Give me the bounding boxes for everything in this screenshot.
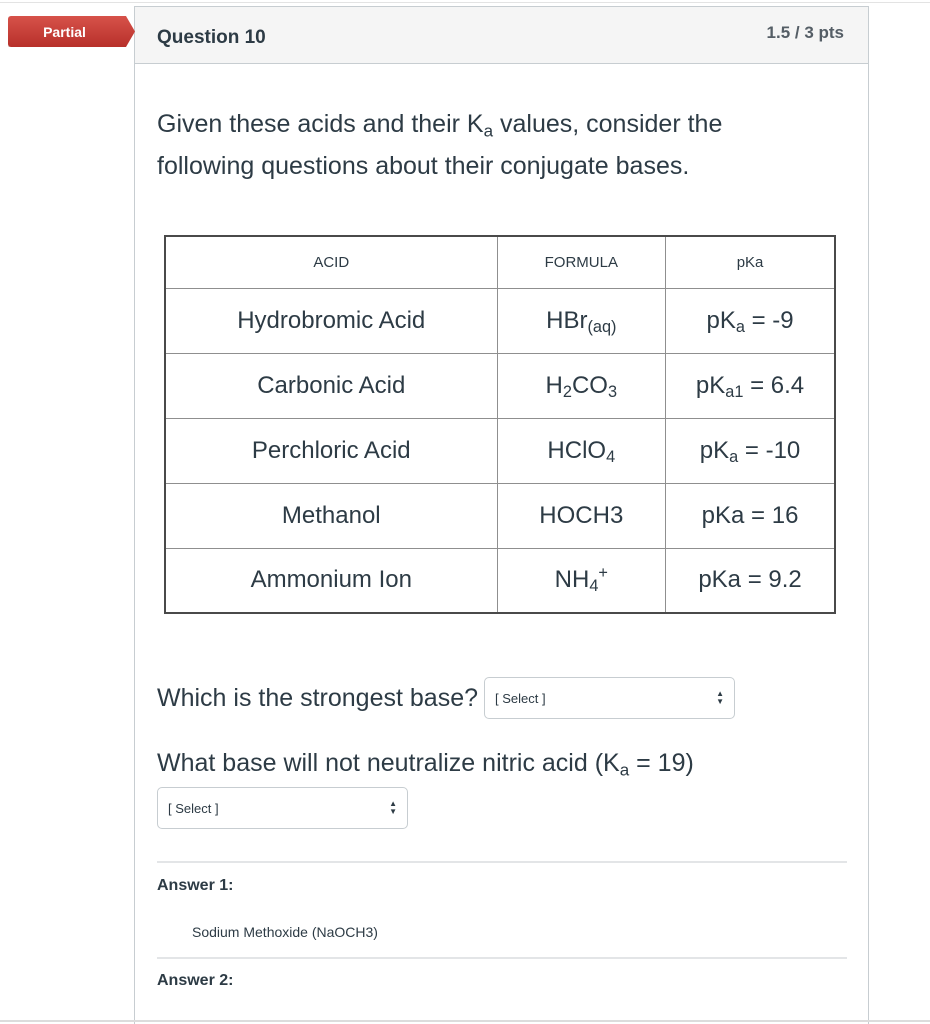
table-header-row: ACID FORMULA pKa bbox=[164, 235, 836, 289]
acid-name: Methanol bbox=[164, 482, 498, 549]
question-title: Question 10 bbox=[157, 27, 266, 48]
updown-arrows-icon: ▲ ▼ bbox=[389, 799, 397, 816]
header-formula: FORMULA bbox=[496, 235, 667, 289]
acid-formula: NH4+ bbox=[496, 547, 667, 614]
acid-pka: pKa = 16 bbox=[665, 482, 836, 549]
acid-formula: H2CO3 bbox=[496, 352, 667, 419]
acid-name: Perchloric Acid bbox=[164, 417, 498, 484]
intro-subscript: a bbox=[483, 121, 494, 141]
table-row: Perchloric Acid HClO4 pKa = -10 bbox=[164, 417, 836, 484]
partial-score-flag: Partial bbox=[8, 16, 135, 47]
answer-1-value: Sodium Methoxide (NaOCH3) bbox=[192, 924, 378, 940]
updown-arrows-icon: ▲ ▼ bbox=[716, 689, 724, 706]
acid-pka: pKa1 = 6.4 bbox=[665, 352, 836, 419]
acid-pka: pKa = -10 bbox=[665, 417, 836, 484]
acid-name: Hydrobromic Acid bbox=[164, 287, 498, 354]
acid-formula: HClO4 bbox=[496, 417, 667, 484]
answer-divider bbox=[157, 861, 847, 863]
select-value: [ Select ] bbox=[495, 690, 546, 706]
acid-pka: pKa = 9.2 bbox=[665, 547, 836, 614]
bottom-divider bbox=[0, 1020, 930, 1022]
header-pka: pKa bbox=[665, 235, 836, 289]
question-header: Question 10 1.5 / 3 pts bbox=[135, 7, 868, 64]
question-points: 1.5 / 3 pts bbox=[766, 23, 844, 42]
answer-2-label: Answer 2: bbox=[157, 972, 234, 989]
intro-text-start: Given these acids and their K bbox=[157, 110, 484, 138]
question-intro: Given these acids and their Ka values, c… bbox=[157, 103, 797, 187]
strongest-base-select[interactable]: [ Select ] ▲ ▼ bbox=[484, 677, 735, 719]
question-2-text: What base will not neutralize nitric aci… bbox=[157, 749, 694, 780]
acid-name: Ammonium Ion bbox=[164, 547, 498, 614]
non-neutralizing-base-select[interactable]: [ Select ] ▲ ▼ bbox=[157, 787, 408, 829]
question-1-text: Which is the strongest base? bbox=[157, 683, 478, 712]
table-row: Ammonium Ion NH4+ pKa = 9.2 bbox=[164, 547, 836, 614]
answer-1-label: Answer 1: bbox=[157, 877, 234, 894]
table-row: Hydrobromic Acid HBr(aq) pKa = -9 bbox=[164, 287, 836, 354]
acid-formula: HBr(aq) bbox=[496, 287, 667, 354]
table-row: Methanol HOCH3 pKa = 16 bbox=[164, 482, 836, 549]
question-card: Question 10 1.5 / 3 pts Given these acid… bbox=[134, 6, 869, 1024]
select-value: [ Select ] bbox=[168, 800, 219, 816]
acid-name: Carbonic Acid bbox=[164, 352, 498, 419]
question-1: Which is the strongest base? [ Select ] … bbox=[157, 677, 735, 719]
acid-pka: pKa = -9 bbox=[665, 287, 836, 354]
acid-formula: HOCH3 bbox=[496, 482, 667, 549]
header-acid: ACID bbox=[164, 235, 498, 289]
acids-table: ACID FORMULA pKa Hydrobromic Acid HBr(aq… bbox=[164, 235, 836, 614]
table-row: Carbonic Acid H2CO3 pKa1 = 6.4 bbox=[164, 352, 836, 419]
answer-divider bbox=[157, 957, 847, 959]
top-divider bbox=[0, 2, 930, 3]
